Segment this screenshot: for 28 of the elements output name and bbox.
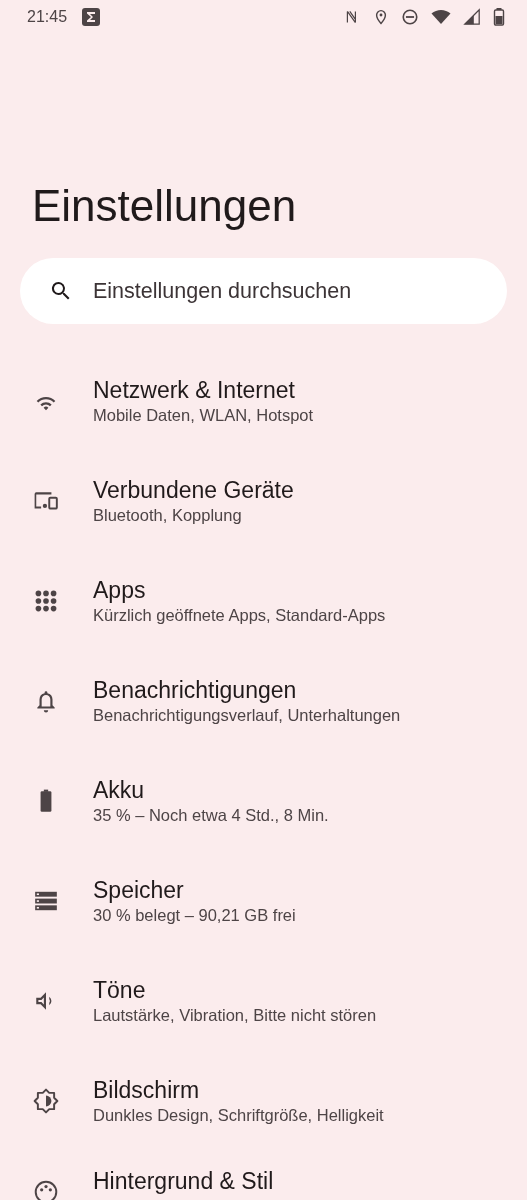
battery-icon: [493, 7, 505, 27]
search-field[interactable]: Einstellungen durchsuchen: [20, 258, 507, 324]
item-subtitle: 30 % belegt – 90,21 GB frei: [93, 905, 296, 926]
item-title[interactable]: Bildschirm: [93, 1076, 384, 1104]
location-icon: [373, 7, 389, 27]
sigma-icon: [81, 7, 102, 27]
item-subtitle: Bluetooth, Kopplung: [93, 505, 243, 526]
item-subtitle: Benachrichtigungsverlauf, Unterhaltungen: [93, 705, 401, 726]
page-title: Einstellungen: [32, 180, 298, 232]
status-time: 21:45: [27, 7, 68, 27]
signal-icon: [463, 7, 481, 27]
palette-icon: [33, 1179, 59, 1200]
item-title[interactable]: Netzwerk & Internet: [93, 376, 314, 404]
item-title[interactable]: Hintergrund & Stil: [93, 1167, 274, 1195]
brightness-icon: [33, 1088, 59, 1114]
item-title[interactable]: Akku: [93, 776, 329, 804]
item-title[interactable]: Speicher: [93, 876, 296, 904]
grid-icon: [33, 588, 59, 614]
item-subtitle: Kürzlich geöffnete Apps, Standard-Apps: [93, 605, 386, 626]
item-subtitle: 35 % – Noch etwa 4 Std., 8 Min.: [93, 805, 329, 826]
item-title[interactable]: Apps: [93, 576, 386, 604]
item-subtitle: Mobile Daten, WLAN, Hotspot: [93, 405, 314, 426]
item-title[interactable]: Verbundene Geräte: [93, 476, 294, 504]
item-title[interactable]: Benachrichtigungen: [93, 676, 401, 704]
item-title[interactable]: Töne: [93, 976, 377, 1004]
item-subtitle: Dunkles Design, Schriftgröße, Helligkeit: [93, 1105, 384, 1126]
do-not-disturb-icon: [401, 7, 419, 27]
item-subtitle: Lautstärke, Vibration, Bitte nicht stören: [93, 1005, 377, 1026]
